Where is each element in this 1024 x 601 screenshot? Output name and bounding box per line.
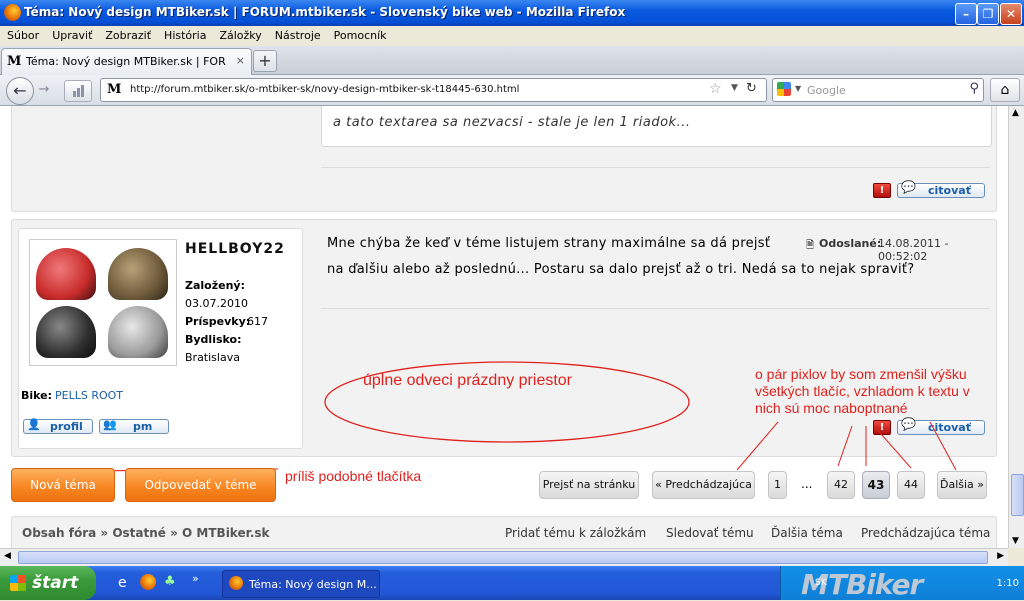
search-placeholder[interactable]: Google <box>807 84 846 97</box>
scroll-right-icon[interactable]: ▶ <box>997 551 1004 561</box>
bookmark-topic-link[interactable]: Pridať tému k záložkám <box>505 526 646 540</box>
scroll-up-icon[interactable]: ▲ <box>1012 108 1019 118</box>
tab-label: Téma: Nový design MTBiker.sk | FORUM.mtb… <box>26 55 226 68</box>
forum-footer-bar: Obsah fóra » Ostatné » O MTBiker.sk Prid… <box>11 516 997 548</box>
reload-icon[interactable]: ↻ <box>746 81 757 96</box>
back-button[interactable]: ← <box>6 77 34 105</box>
prev-page-button[interactable]: « Predchádzajúca <box>652 471 755 499</box>
menu-zobrazit[interactable]: Zobraziť <box>98 26 157 42</box>
minimize-button[interactable]: – <box>955 3 977 25</box>
chevron-down-icon[interactable]: ▼ <box>731 83 738 93</box>
close-window-button[interactable]: ✕ <box>1000 3 1022 25</box>
search-bar[interactable]: ▼ Google ⚲ <box>772 78 984 102</box>
start-button[interactable]: štart <box>0 566 96 600</box>
scroll-thumb[interactable] <box>1011 474 1024 516</box>
breadcrumb[interactable]: Obsah fóra » Ostatné » O MTBiker.sk <box>22 526 270 540</box>
firefox-icon <box>229 576 243 590</box>
page-ellipsis: ... <box>801 477 813 491</box>
page-42-button[interactable]: 42 <box>827 471 855 499</box>
start-label: štart <box>32 573 79 593</box>
menu-pomocnik[interactable]: Pomocník <box>327 26 393 42</box>
reply-button[interactable]: Odpovedať v téme <box>125 468 276 502</box>
chevron-right-icon[interactable]: » <box>192 572 199 585</box>
vertical-scrollbar[interactable]: ▲ ▼ <box>1008 106 1024 548</box>
bar-graph-icon <box>73 85 84 97</box>
new-tab-button[interactable]: + <box>253 50 277 72</box>
menu-historia[interactable]: História <box>157 26 212 42</box>
horizontal-scrollbar[interactable]: ◀ ▶ <box>0 548 1008 566</box>
search-icon[interactable]: ⚲ <box>969 81 979 96</box>
taskbar-item-label: Téma: Nový design M... <box>249 578 377 591</box>
menu-subor[interactable]: Súbor <box>0 26 45 42</box>
next-topic-link[interactable]: Ďalšia téma <box>771 526 843 540</box>
goto-page-button[interactable]: Prejsť na stránku <box>539 471 639 499</box>
app-quicklaunch-icon[interactable]: ♣ <box>164 574 176 589</box>
new-topic-button[interactable]: Nová téma <box>11 468 115 502</box>
forward-button[interactable]: → <box>34 82 54 98</box>
scroll-down-icon[interactable]: ▼ <box>1012 536 1019 546</box>
page-44-button[interactable]: 44 <box>897 471 925 499</box>
page-content: a tato textarea sa nezvacsi - stale je l… <box>0 106 1008 548</box>
watch-topic-link[interactable]: Sledovať tému <box>666 526 754 540</box>
menu-zalozky[interactable]: Záložky <box>212 26 267 42</box>
firefox-icon <box>4 4 21 21</box>
ie-icon[interactable]: e <box>118 575 127 591</box>
firefox-quicklaunch-icon[interactable] <box>140 574 156 590</box>
menu-nastroje[interactable]: Nástroje <box>268 26 327 42</box>
tab-active[interactable]: M Téma: Nový design MTBiker.sk | FORUM.m… <box>1 48 252 75</box>
history-chart-button[interactable] <box>64 80 92 102</box>
site-identity-icon: M <box>107 82 122 97</box>
engine-dropdown-icon[interactable]: ▼ <box>795 84 801 93</box>
url-text[interactable]: http://forum.mtbiker.sk/o-mtbiker-sk/nov… <box>130 84 519 95</box>
site-favicon-icon: M <box>7 54 22 69</box>
taskbar-firefox-item[interactable]: Téma: Nový design M... <box>222 570 380 598</box>
maximize-button[interactable]: ❐ <box>977 3 999 25</box>
system-tray: MTBiker SK 1:10 <box>780 566 1024 601</box>
url-bar[interactable]: M http://forum.mtbiker.sk/o-mtbiker-sk/n… <box>100 78 767 102</box>
window-title-bar: Téma: Nový design MTBiker.sk | FORUM.mtb… <box>0 0 1024 26</box>
home-button[interactable]: ⌂ <box>990 78 1020 102</box>
language-indicator[interactable]: SK <box>815 578 827 588</box>
bookmark-star-icon[interactable]: ☆ <box>709 81 722 97</box>
page-current-button[interactable]: 43 <box>862 471 890 499</box>
next-page-button[interactable]: Ďalšia » <box>937 471 987 499</box>
menu-upravit[interactable]: Upraviť <box>45 26 98 42</box>
menu-bar: Súbor Upraviť Zobraziť História Záložky Nástr… <box>0 26 1024 46</box>
window-title: Téma: Nový design MTBiker.sk | FORUM.mtb… <box>24 5 626 19</box>
prev-topic-link[interactable]: Predchádzajúca téma <box>861 526 990 540</box>
windows-logo-icon <box>10 575 26 591</box>
tab-close-icon[interactable]: × <box>236 54 245 67</box>
annotation-similar-buttons: príliš podobné tlačítka <box>285 468 422 484</box>
scroll-left-icon[interactable]: ◀ <box>4 551 11 561</box>
scroll-thumb[interactable] <box>18 551 988 564</box>
google-icon <box>777 82 791 96</box>
clock: 1:10 <box>996 578 1019 589</box>
page-1-button[interactable]: 1 <box>768 471 787 499</box>
